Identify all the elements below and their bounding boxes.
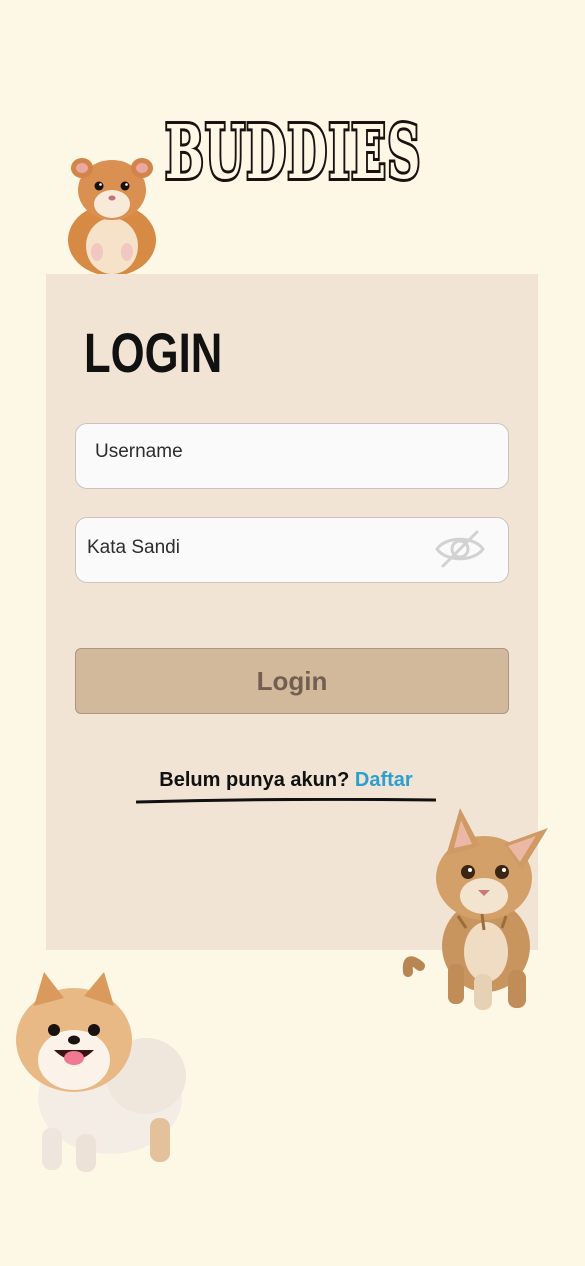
kitten-image xyxy=(402,808,548,1010)
login-button[interactable]: Login xyxy=(75,648,509,714)
dog-image xyxy=(16,972,186,1172)
password-field[interactable] xyxy=(75,514,509,583)
eye-slash-icon[interactable] xyxy=(434,527,486,571)
signup-underline xyxy=(136,798,436,804)
login-title: LOGIN xyxy=(84,321,223,384)
hamster-image xyxy=(68,158,156,276)
signup-prompt-text: Belum punya akun? xyxy=(159,769,350,791)
signup-prompt: Belum punya akun? Daftar xyxy=(136,765,436,795)
username-field[interactable] xyxy=(75,416,509,489)
username-input[interactable] xyxy=(95,416,492,488)
password-input[interactable] xyxy=(87,514,428,582)
signup-link[interactable]: Daftar xyxy=(355,769,413,791)
brand-logo: BUDDIES xyxy=(163,107,422,199)
